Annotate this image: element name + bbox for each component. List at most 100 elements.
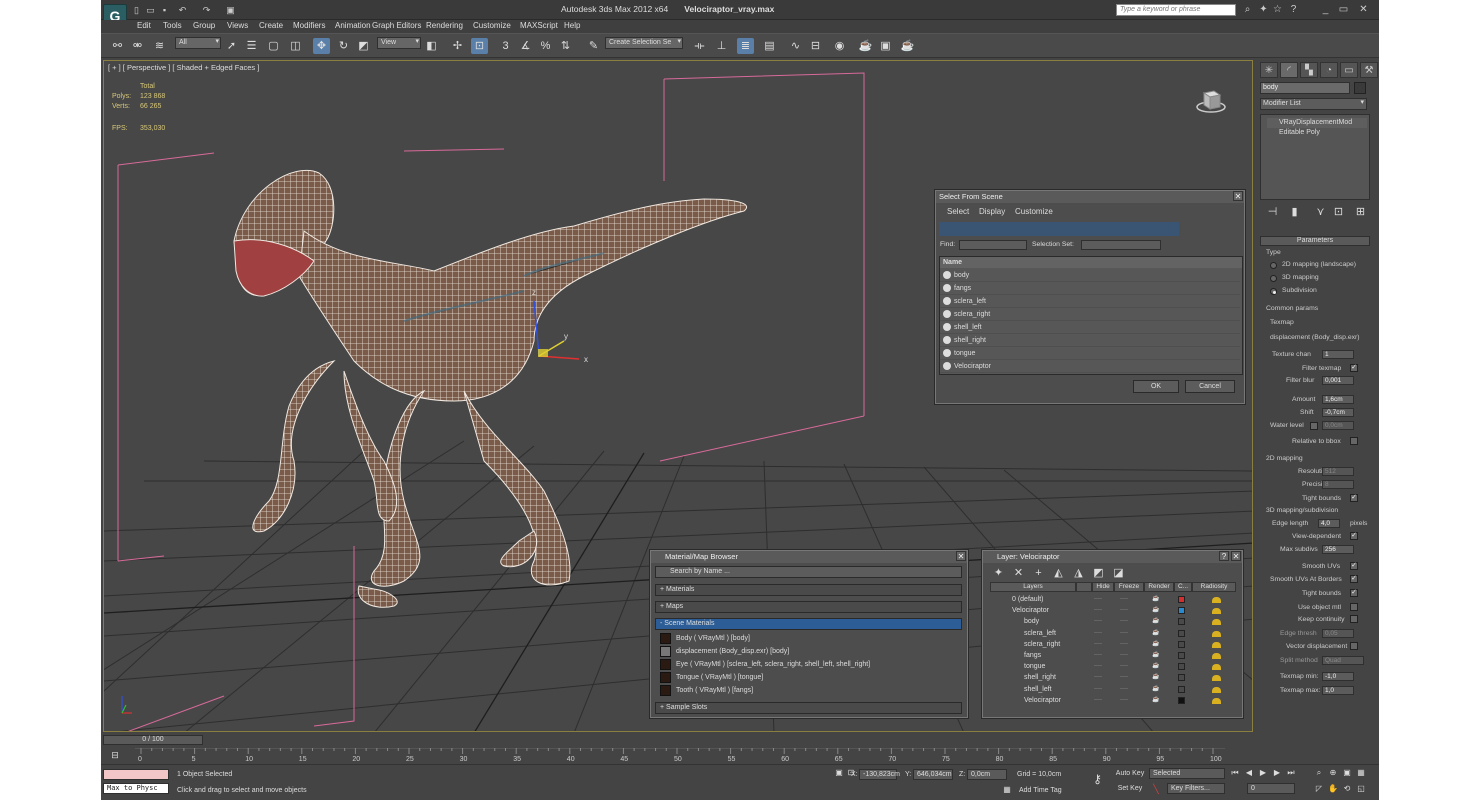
layer-toggle-dash[interactable]: ---- xyxy=(1120,594,1128,605)
layer-manager-icon[interactable]: ≣ xyxy=(737,38,754,54)
layer-toggle-dash[interactable]: ---- xyxy=(1094,684,1102,695)
sfs-ok-button[interactable]: OK xyxy=(1133,380,1179,393)
selection-filter-dropdown[interactable]: All xyxy=(175,37,221,49)
search-binoculars-icon[interactable]: ⌕ xyxy=(1241,3,1254,16)
layer-row[interactable]: body ---- ---- ☕ xyxy=(990,616,1235,627)
reference-coord-dropdown[interactable]: View xyxy=(377,37,421,49)
list-item[interactable]: sclera_left xyxy=(940,295,1240,308)
redo-icon[interactable]: ↷ xyxy=(201,4,212,16)
key-selection-dropdown[interactable]: Selected xyxy=(1149,768,1225,779)
select-object-icon[interactable]: ➚ xyxy=(223,38,240,54)
render-column[interactable]: Render xyxy=(1144,582,1174,592)
spinner-snap-icon[interactable]: ⇅ xyxy=(557,38,574,54)
layer-row[interactable]: Velociraptor ---- ---- ☕ xyxy=(990,605,1235,616)
layer-toggle-dash[interactable]: ---- xyxy=(1094,695,1102,706)
radiosity-sun-icon[interactable] xyxy=(1212,664,1221,671)
field-of-view-icon[interactable]: ◸ xyxy=(1313,783,1325,795)
texmap-button[interactable]: displacement (Body_disp.exr) xyxy=(1270,334,1360,341)
select-and-move-icon[interactable]: ✥ xyxy=(313,38,330,54)
favorites-star-icon[interactable]: ☆ xyxy=(1271,3,1284,16)
lock-selection-icon[interactable]: ▣ xyxy=(833,767,845,779)
set-keys-icon[interactable]: ╲ xyxy=(1149,782,1163,796)
show-end-result-icon[interactable]: ▮ xyxy=(1286,204,1303,220)
amount-input[interactable]: 1,6cm xyxy=(1322,395,1354,404)
shift-input[interactable]: -0,7cm xyxy=(1322,408,1354,417)
rect-selection-icon[interactable]: ▢ xyxy=(265,38,282,54)
sfs-menu-customize[interactable]: Customize xyxy=(1015,207,1053,216)
motion-tab-icon[interactable]: ◔ xyxy=(1320,62,1338,78)
layer-color-swatch[interactable] xyxy=(1178,640,1185,648)
split-method-dropdown[interactable]: Quad xyxy=(1322,656,1364,665)
menu-modifiers[interactable]: Modifiers xyxy=(293,21,325,30)
open-file-icon[interactable]: ▭ xyxy=(145,4,156,16)
layer-toggle-dash[interactable]: ---- xyxy=(1120,616,1128,627)
go-to-start-icon[interactable]: ⏮ xyxy=(1229,767,1241,779)
texmap-max-input[interactable]: 1,0 xyxy=(1322,686,1354,695)
smooth-uvs-borders-checkbox[interactable]: ✓ xyxy=(1350,575,1358,583)
type-subdivision-radio[interactable] xyxy=(1270,288,1277,295)
list-item[interactable]: fangs xyxy=(940,282,1240,295)
menu-maxscript[interactable]: MAXScript xyxy=(520,21,558,30)
filter-texmap-checkbox[interactable]: ✓ xyxy=(1350,364,1358,372)
menu-animation[interactable]: Animation xyxy=(335,21,371,30)
play-icon[interactable]: ▶ xyxy=(1257,767,1269,779)
select-in-layer-icon[interactable]: ◭ xyxy=(1050,565,1067,581)
select-and-rotate-icon[interactable]: ↻ xyxy=(335,38,352,54)
precision-input[interactable]: 8 xyxy=(1322,480,1354,489)
material-browser-close-icon[interactable]: ✕ xyxy=(956,551,966,561)
graphite-ribbon-icon[interactable]: ▤ xyxy=(761,38,778,54)
radiosity-sun-icon[interactable] xyxy=(1212,653,1221,659)
freeze-column[interactable]: Freeze xyxy=(1114,582,1144,592)
material-browser-title[interactable]: Material/Map Browser xyxy=(651,551,967,563)
render-teapot-icon[interactable]: ☕ xyxy=(1152,695,1159,706)
edge-length-input[interactable]: 4,0 xyxy=(1318,519,1340,528)
hide-all-layers-icon[interactable]: ◩ xyxy=(1090,565,1107,581)
maps-group[interactable]: + Maps xyxy=(655,601,962,613)
layer-color-swatch[interactable] xyxy=(1178,607,1185,615)
layer-toggle-dash[interactable]: ---- xyxy=(1120,605,1128,616)
zoom-all-icon[interactable]: ⊕ xyxy=(1327,767,1339,779)
mini-curve-editor-icon[interactable]: ⊟ xyxy=(107,748,123,762)
communication-center-icon[interactable]: ✦ xyxy=(1257,3,1270,16)
sfs-menu-select[interactable]: Select xyxy=(947,207,969,216)
curve-editor-icon[interactable]: ∿ xyxy=(787,38,804,54)
edit-named-selection-icon[interactable]: ✎ xyxy=(585,38,602,54)
list-item[interactable]: Body ( VRayMtl ) [body] xyxy=(658,632,958,645)
sfs-menu-display[interactable]: Display xyxy=(979,207,1005,216)
layer-toggle-dash[interactable]: ---- xyxy=(1120,684,1128,695)
rendered-frame-window-icon[interactable]: ▣ xyxy=(877,38,894,54)
texture-chan-input[interactable]: 1 xyxy=(1322,350,1354,359)
water-level-input[interactable]: 0,0cm xyxy=(1322,421,1354,430)
layer-color-swatch[interactable] xyxy=(1178,696,1185,704)
type-3d-radio[interactable] xyxy=(1270,275,1277,282)
menu-graph-editors[interactable]: Graph Editors xyxy=(372,21,421,30)
vector-displacement-checkbox[interactable] xyxy=(1350,642,1358,650)
pan-view-icon[interactable]: ✋ xyxy=(1327,783,1339,795)
layer-toggle-dash[interactable]: ---- xyxy=(1094,594,1102,605)
layer-row[interactable]: shell_left ---- ---- ☕ xyxy=(990,684,1235,695)
select-and-scale-icon[interactable]: ◩ xyxy=(355,38,372,54)
layer-color-swatch[interactable] xyxy=(1178,618,1185,626)
maximize-viewport-icon[interactable]: ◱ xyxy=(1355,783,1367,795)
material-editor-icon[interactable]: ◉ xyxy=(831,38,848,54)
modifier-list-dropdown[interactable]: Modifier List xyxy=(1260,98,1367,110)
keyword-search-input[interactable]: Type a keyword or phrase xyxy=(1116,4,1236,16)
time-tag-icon[interactable]: ▦ xyxy=(1001,784,1013,796)
layer-toggle-dash[interactable]: ---- xyxy=(1094,650,1102,661)
menu-tools[interactable]: Tools xyxy=(163,21,182,30)
orbit-icon[interactable]: ⟲ xyxy=(1341,783,1353,795)
menu-help[interactable]: Help xyxy=(564,21,580,30)
set-key-button[interactable]: Set Key xyxy=(1113,783,1147,795)
render-teapot-icon[interactable]: ☕ xyxy=(1152,684,1159,695)
configure-sets-icon[interactable]: ⊞ xyxy=(1352,204,1369,220)
layer-color-swatch[interactable] xyxy=(1178,629,1185,637)
delete-layer-icon[interactable]: ✕ xyxy=(1010,565,1027,581)
snaps-toggle-icon[interactable]: 3 xyxy=(497,38,514,54)
bind-space-warp-icon[interactable]: ≋ xyxy=(151,38,168,54)
list-item[interactable]: tongue xyxy=(940,347,1240,360)
relative-bbox-checkbox[interactable] xyxy=(1350,437,1358,445)
keyboard-shortcut-override-icon[interactable]: ⊡ xyxy=(471,38,488,54)
angle-snap-icon[interactable]: ∡ xyxy=(517,38,534,54)
layer-row[interactable]: shell_right ---- ---- ☕ xyxy=(990,672,1235,683)
mirror-icon[interactable]: ⟛ xyxy=(691,38,708,54)
